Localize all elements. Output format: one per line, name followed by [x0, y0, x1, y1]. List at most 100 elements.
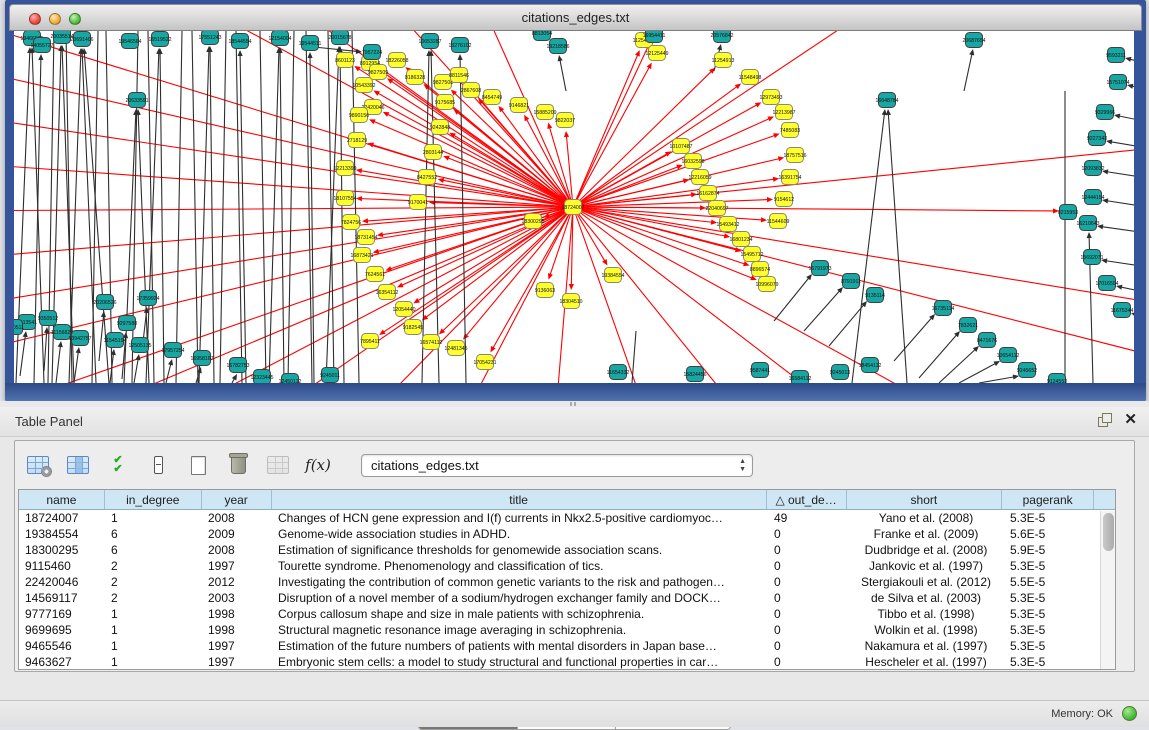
function-builder-button[interactable]: f(x)	[305, 452, 331, 478]
table-cell: 1997	[202, 638, 272, 654]
column-header-year[interactable]: year	[202, 490, 272, 509]
column-header-pagerank[interactable]: pagerank	[1002, 490, 1094, 509]
graph-node-label: 9593211	[1106, 53, 1126, 59]
graph-node-label: 18107554	[333, 196, 356, 202]
graph-node-label: 15751074	[1106, 80, 1129, 86]
table-cell: 5.6E-5	[1004, 526, 1096, 542]
node-table[interactable]: namein_degreeyeartitle△ out_de…shortpage…	[18, 489, 1116, 670]
graph-node-label: 10654112	[997, 353, 1020, 359]
table-cell: 18724007	[19, 510, 105, 526]
table-row[interactable]: 911546021997Tourette syndrome. Phenomeno…	[19, 558, 1115, 574]
column-header-title[interactable]: title	[272, 490, 767, 509]
graph-node-label: 20691406	[70, 37, 93, 43]
graph-node-label: 22040697	[705, 206, 728, 212]
table-cell: Nakamura et al. (1997)	[848, 638, 1004, 654]
graph-node-label: 12093832	[1081, 166, 1104, 172]
graph-node-label: 16519522	[148, 37, 171, 43]
table-cell: 1998	[202, 622, 272, 638]
graph-node-label: 7957224	[362, 50, 382, 56]
table-row[interactable]: 946362711997Embryonic stem cells: a mode…	[19, 654, 1115, 670]
splitter-grip-icon[interactable]	[570, 402, 578, 406]
status-bar: Memory: OK	[0, 700, 1149, 727]
graph-node-label: 2718129	[347, 138, 367, 144]
table-cell: 5.3E-5	[1004, 510, 1096, 526]
graph-node-label: 16574112	[420, 340, 443, 346]
delete-table-button[interactable]	[265, 452, 291, 478]
graph-node-label: 17016504	[1095, 281, 1118, 287]
graph-node-label: 7832621	[958, 323, 978, 329]
table-cell: 2012	[202, 574, 272, 590]
table-row[interactable]: 1872400712008Changes of HCN gene express…	[19, 510, 1115, 526]
graph-node-label: 11544609	[767, 219, 790, 225]
graph-node-label: 20015678	[328, 35, 351, 41]
network-window: citations_edges.txt 18724007860112389129…	[5, 0, 1146, 401]
table-row[interactable]: 1830029562008Estimation of significance …	[19, 542, 1115, 558]
graph-node-label: 8813054	[532, 31, 552, 37]
graph-node-label: 9136063	[535, 288, 555, 294]
table-cell: 5.3E-5	[1004, 638, 1096, 654]
table-row[interactable]: 2242004622012Investigating the contribut…	[19, 574, 1115, 590]
table-cell: 49	[768, 510, 848, 526]
dropdown-stepper-icon: ▲▼	[739, 458, 746, 474]
table-scrollbar-thumb[interactable]	[1103, 513, 1114, 551]
table-mode-button[interactable]	[25, 452, 51, 478]
column-header-name[interactable]: name	[19, 490, 105, 509]
table-cell: 6	[105, 526, 202, 542]
create-column-button[interactable]	[185, 452, 211, 478]
column-header-short[interactable]: short	[847, 490, 1003, 509]
graph-node-label: 8601123	[335, 58, 355, 64]
table-cell: 5.9E-5	[1004, 542, 1096, 558]
table-cell: 2008	[202, 542, 272, 558]
table-selector-dropdown[interactable]: citations_edges.txt ▲▼	[361, 454, 753, 477]
graph-node-label: 8454749	[482, 95, 502, 101]
select-rows-button[interactable]: ✔✔	[105, 452, 131, 478]
graph-node-label: 18544554	[228, 39, 251, 45]
graph-node-label: 16735114	[932, 306, 955, 312]
graph-node-label: 9245011	[320, 373, 340, 379]
column-header-out_de[interactable]: △ out_de…	[767, 490, 847, 509]
graph-node-label: 8811546	[449, 73, 469, 79]
graph-node-label: 9242848	[430, 125, 450, 131]
table-scrollbar[interactable]	[1100, 511, 1115, 669]
table-mode-icon	[27, 456, 49, 474]
graph-node-label: 16210643	[1076, 221, 1099, 227]
table-row[interactable]: 969969511998Structural magnetic resonanc…	[19, 622, 1115, 638]
column-header-in_degree[interactable]: in_degree	[105, 490, 202, 509]
table-row[interactable]: 946554611997Estimation of the future num…	[19, 638, 1115, 654]
float-panel-icon[interactable]	[1098, 413, 1112, 427]
network-svg[interactable]: 1872400786011238912954182260589827509105…	[14, 31, 1134, 383]
graph-node-label: 16162874	[696, 191, 719, 197]
table-cell: 1	[105, 606, 202, 622]
table-panel: Table Panel ✕ ✔✔	[0, 407, 1149, 700]
graph-node-label: 8896574	[750, 267, 770, 273]
network-window-titlebar[interactable]: citations_edges.txt	[9, 4, 1142, 31]
table-cell: Changes of HCN gene expression and I(f) …	[272, 510, 768, 526]
graph-node-label: 20576842	[710, 33, 733, 39]
graph-node-label: 8791911	[841, 279, 861, 285]
memory-status-icon	[1122, 706, 1137, 721]
graph-node-label: 12505135	[128, 343, 151, 349]
table-cell: Estimation of the future numbers of pati…	[272, 638, 768, 654]
table-row[interactable]: 1456911722003Disruption of a novel membe…	[19, 590, 1115, 606]
graph-node-label: 15493412	[716, 222, 739, 228]
table-row[interactable]: 1938455462009Genome-wide association stu…	[19, 526, 1115, 542]
table-cell: 6	[105, 542, 202, 558]
graph-node-label: 20633591	[125, 98, 148, 104]
graph-node-label: 17359924	[136, 296, 159, 302]
graph-node-label: 18226058	[385, 58, 408, 64]
table-cell: 0	[768, 574, 848, 590]
graph-node-label: 10996079	[755, 282, 778, 288]
network-canvas[interactable]: 1872400786011238912954182260589827509105…	[14, 31, 1134, 383]
graph-node-label: 11654332	[607, 370, 630, 376]
table-cell: 0	[768, 638, 848, 654]
table-row[interactable]: 977716911998Corpus callosum shape and si…	[19, 606, 1115, 622]
close-panel-icon[interactable]: ✕	[1124, 413, 1137, 427]
graph-node-label: 8186328	[405, 75, 425, 81]
table-cell: Disruption of a novel member of a sodium…	[272, 590, 768, 606]
graph-node-label: 17957254	[161, 348, 184, 354]
show-columns-icon	[67, 456, 89, 474]
row-options-button[interactable]	[145, 452, 171, 478]
graph-node-label: 12154004	[268, 36, 291, 42]
delete-column-button[interactable]	[225, 452, 251, 478]
show-columns-button[interactable]	[65, 452, 91, 478]
